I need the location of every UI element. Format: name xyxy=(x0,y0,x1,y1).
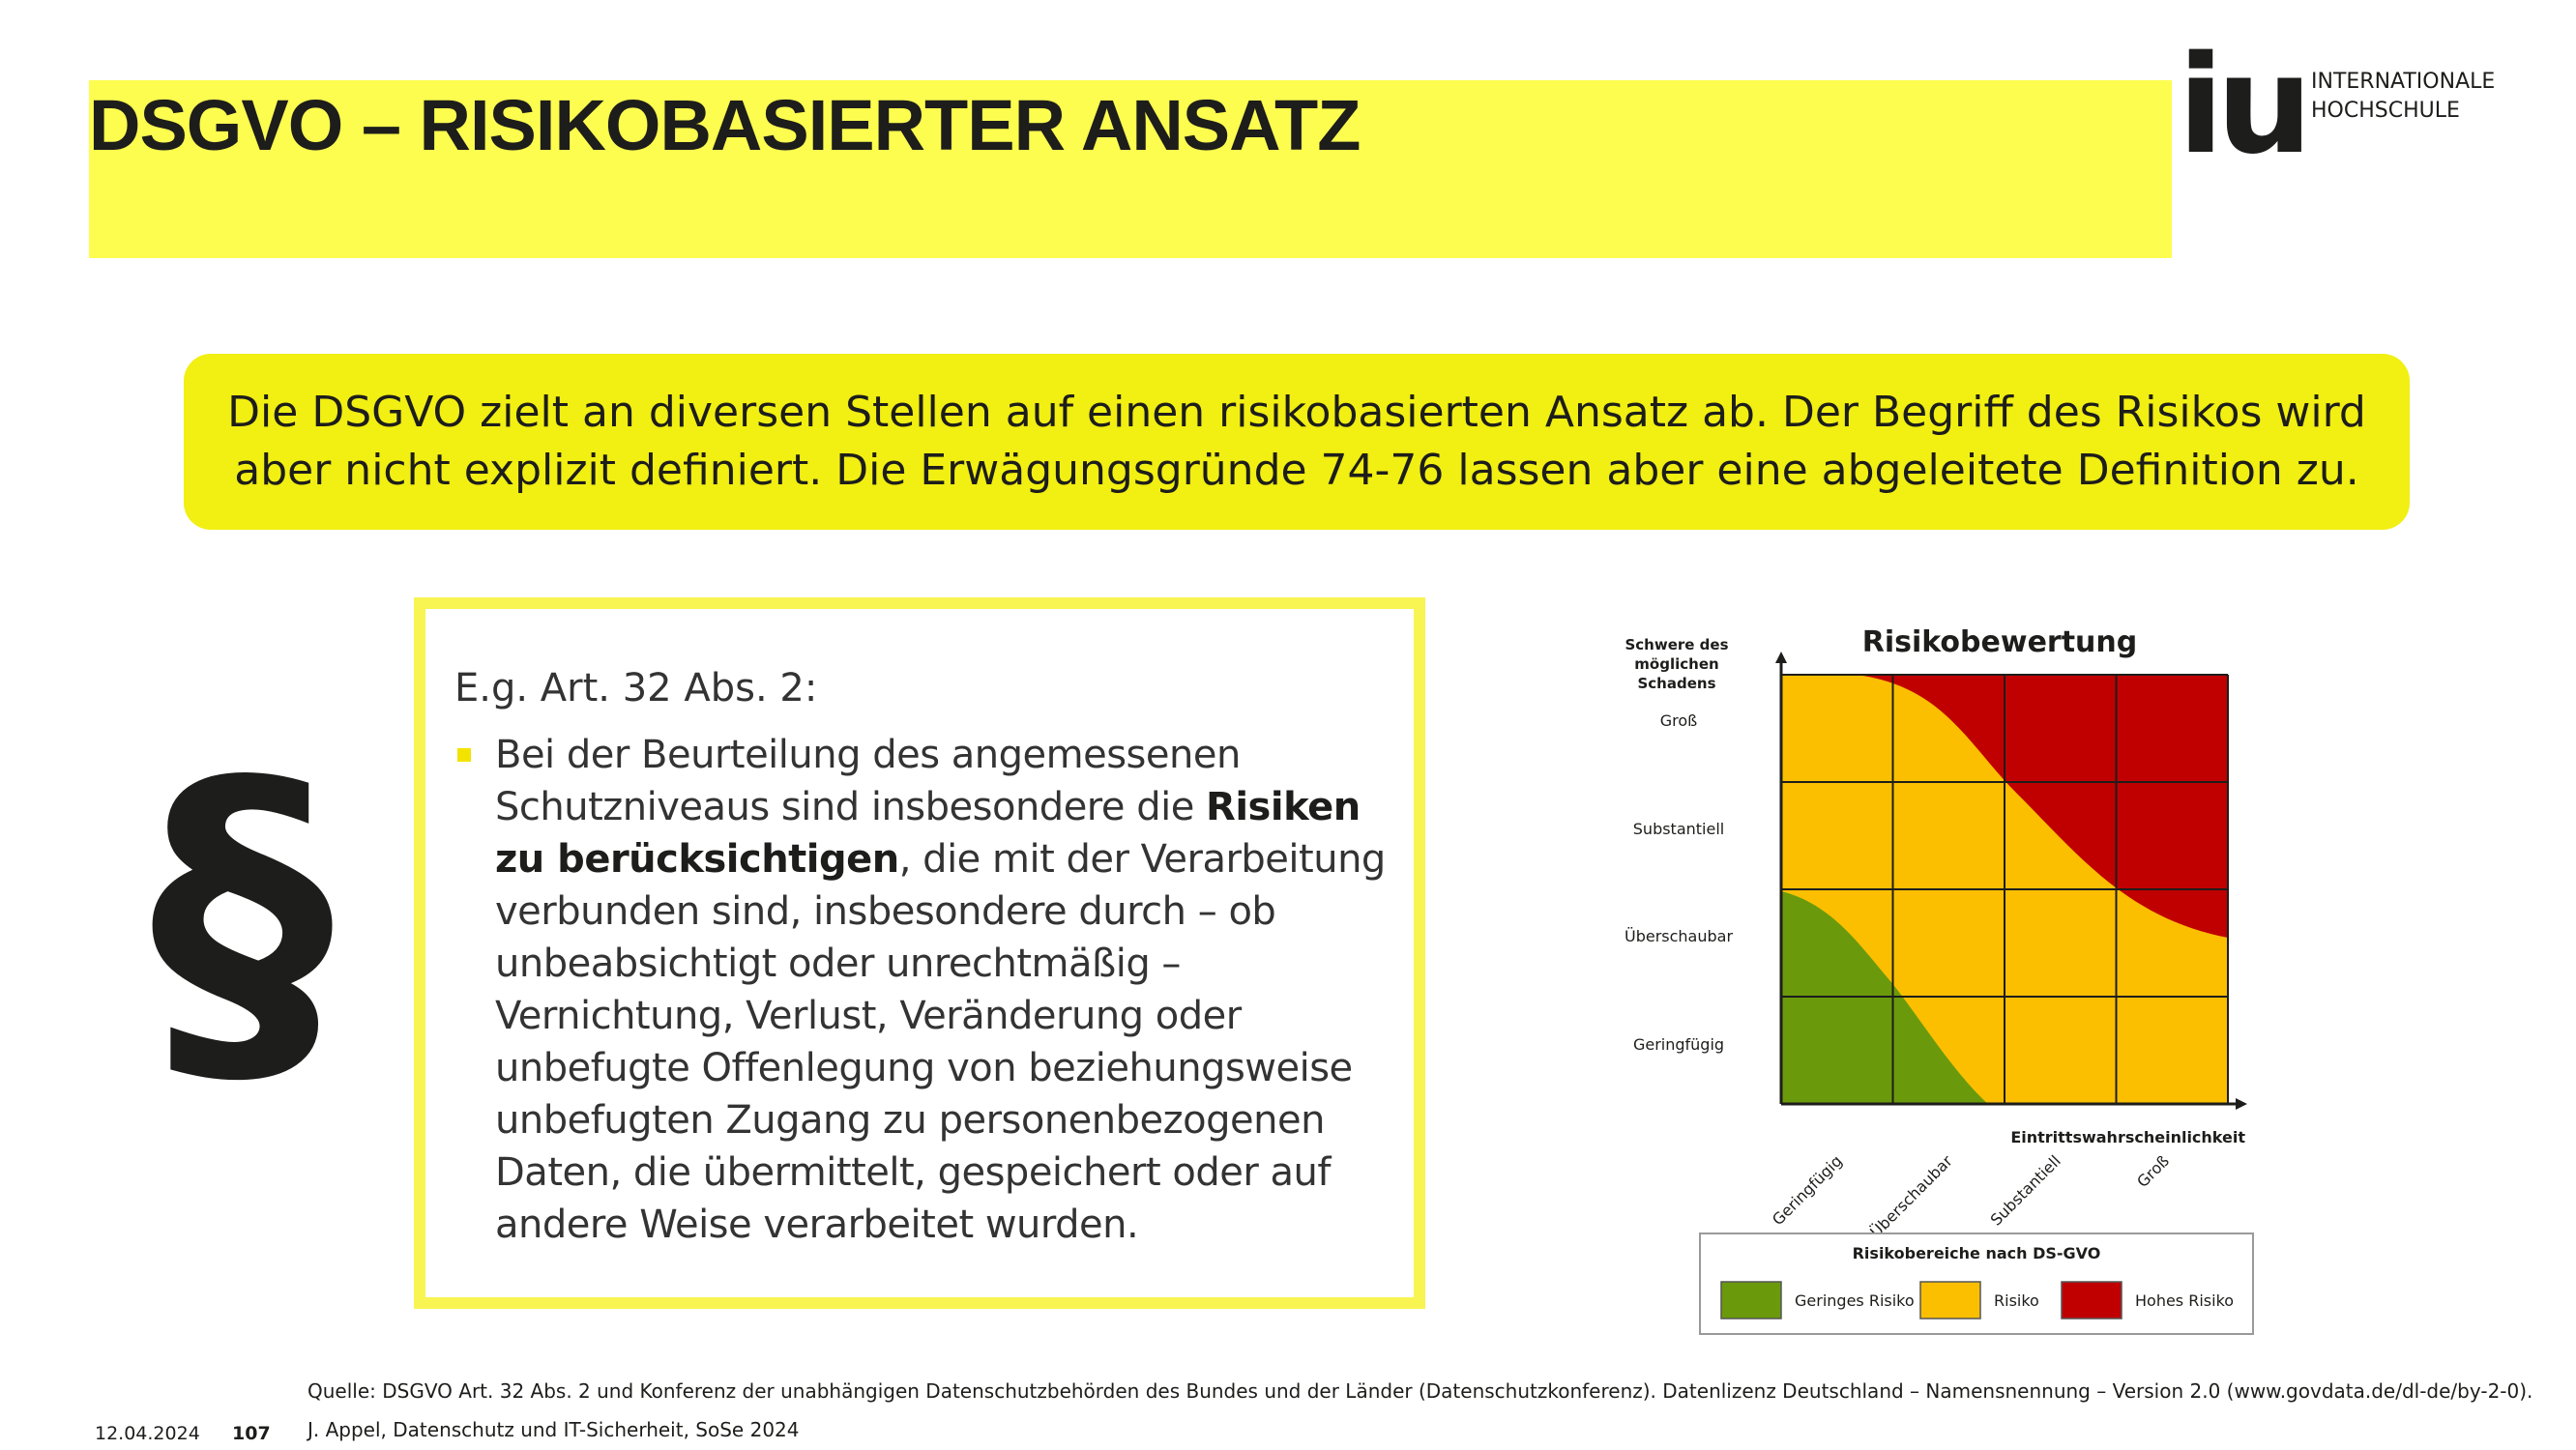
footer-author: J. Appel, Datenschutz und IT-Sicherheit,… xyxy=(307,1418,800,1441)
y-category-1: Geringfügig xyxy=(1633,1035,1724,1054)
x-category-4: Groß xyxy=(2133,1151,2173,1191)
quote-text: Bei der Beurteilung des angemessenen Sch… xyxy=(495,729,1404,1251)
y-axis-label-2: möglichen xyxy=(1634,655,1718,673)
source-note: Quelle: DSGVO Art. 32 Abs. 2 und Konfere… xyxy=(307,1379,2533,1403)
logo-line-1: INTERNATIONALE xyxy=(2311,70,2496,94)
x-category-1: Geringfügig xyxy=(1769,1151,1846,1229)
quote-text-before: Bei der Beurteilung des angemessenen Sch… xyxy=(495,733,1241,829)
y-category-3: Substantiell xyxy=(1633,820,1724,838)
legend-label-high: Hohes Risiko xyxy=(2135,1291,2234,1310)
quote-heading: E.g. Art. 32 Abs. 2: xyxy=(454,666,818,710)
paragraph-icon: § xyxy=(150,704,334,1132)
slide-title: DSGVO – RISIKOBASIERTER ANSATZ xyxy=(89,85,1361,165)
bullet-icon xyxy=(457,748,471,762)
iu-logo: iu INTERNATIONALE HOCHSCHULE xyxy=(2178,39,2564,174)
page-number: 107 xyxy=(232,1423,271,1444)
chart-title: Risikobewertung xyxy=(1862,625,2138,659)
quote-text-after: , die mit der Verarbeitung verbunden sin… xyxy=(495,837,1386,1247)
legend-swatch-high xyxy=(2061,1281,2122,1320)
footer-date: 12.04.2024 xyxy=(95,1423,200,1444)
legend-label-medium: Risiko xyxy=(1994,1291,2039,1310)
legend-swatch-medium xyxy=(1919,1281,1981,1320)
callout-box: Die DSGVO zielt an diversen Stellen auf … xyxy=(184,354,2410,530)
x-category-3: Substantiell xyxy=(1987,1151,2064,1229)
x-axis-arrow xyxy=(2236,1098,2247,1110)
y-category-4: Groß xyxy=(1660,711,1698,730)
legend-swatch-low xyxy=(1720,1281,1782,1320)
y-category-2: Überschaubar xyxy=(1625,927,1733,945)
logo-mark: iu xyxy=(2178,27,2313,185)
callout-text: Die DSGVO zielt an diversen Stellen auf … xyxy=(227,388,2366,495)
legend-label-low: Geringes Risiko xyxy=(1795,1291,1915,1310)
logo-line-2: HOCHSCHULE xyxy=(2311,99,2460,123)
y-axis-arrow xyxy=(1775,652,1787,663)
x-axis-label: Eintrittswahrscheinlichkeit xyxy=(2010,1128,2245,1146)
legend-title: Risikobereiche nach DS-GVO xyxy=(1853,1244,2101,1262)
y-axis-label-1: Schwere des xyxy=(1625,636,1728,653)
x-category-2: Überschaubar xyxy=(1866,1151,1956,1241)
risk-matrix-chart: Risikobewertung Schwere des möglichen Sc… xyxy=(1625,625,2254,1335)
logo-text: INTERNATIONALE HOCHSCHULE xyxy=(2311,68,2495,126)
y-axis-label-3: Schadens xyxy=(1637,675,1715,692)
